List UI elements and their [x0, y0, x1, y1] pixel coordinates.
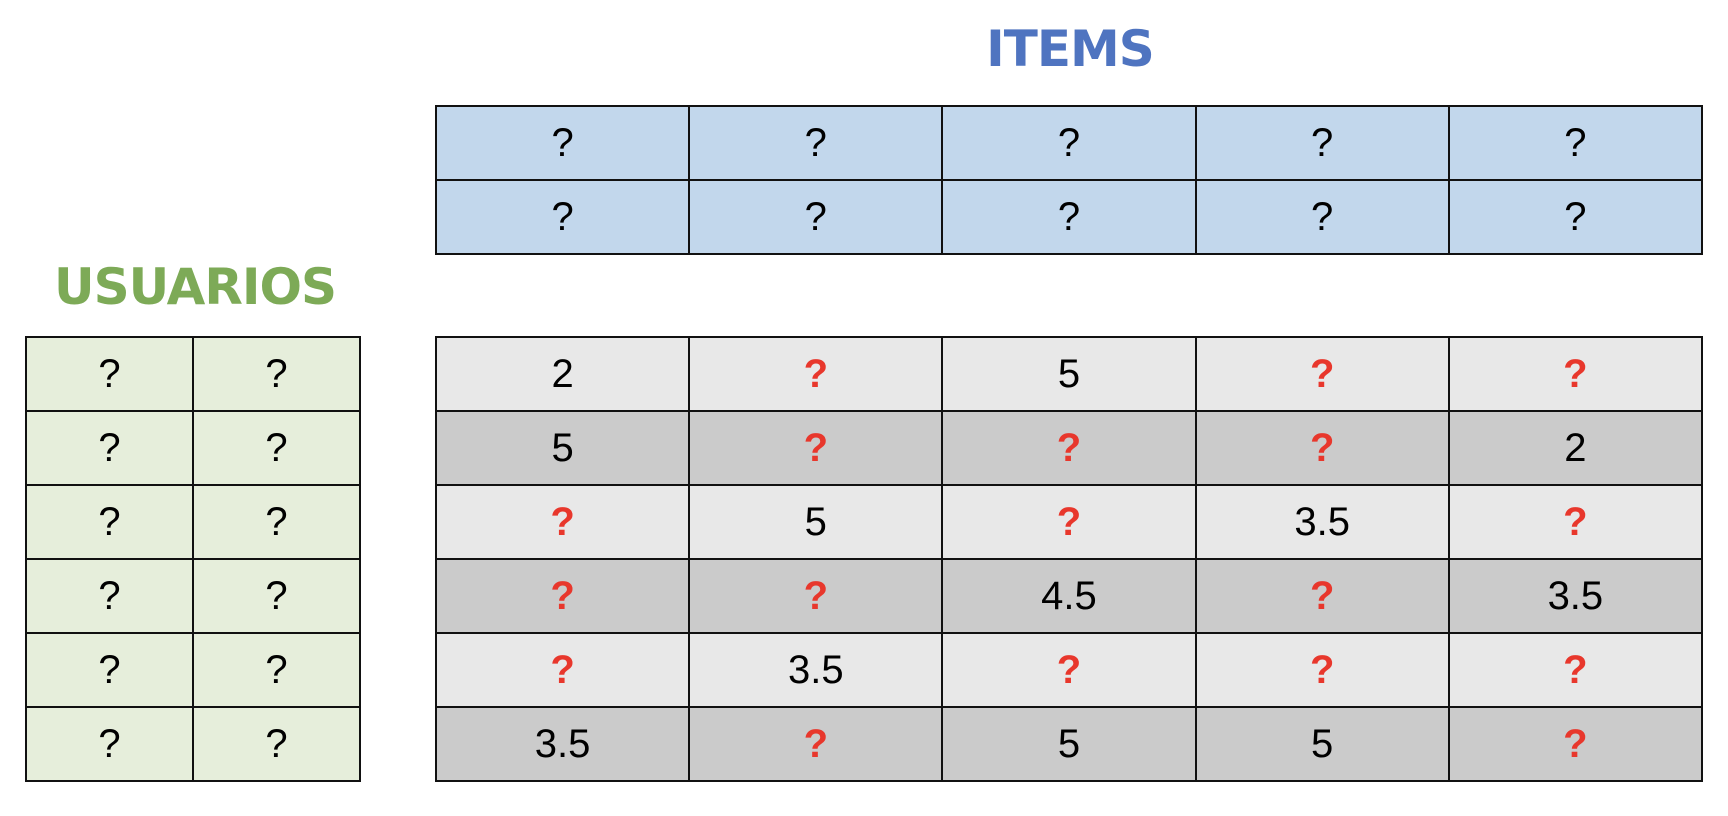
missing-rating-cell: ? — [1447, 632, 1704, 708]
missing-rating-cell: ? — [941, 410, 1197, 486]
matrix-row: 5??? 2 — [434, 410, 1704, 486]
matrix-cell: 3.5 — [688, 632, 944, 708]
matrix-cell: ? — [25, 558, 194, 634]
matrix-row: ?? 4.5? 3.5 — [434, 558, 1704, 634]
missing-rating-cell: ? — [434, 484, 691, 560]
missing-rating-cell: ? — [1447, 336, 1704, 412]
items-title: ITEMS — [986, 20, 1155, 78]
matrix-cell: 2 — [434, 336, 691, 412]
matrix-row: ? 5? 3.5? — [434, 484, 1704, 560]
matrix-cell: ? — [192, 558, 361, 634]
matrix-cell: ? — [1447, 105, 1704, 181]
missing-rating-cell: ? — [941, 632, 1197, 708]
missing-rating-cell: ? — [1194, 336, 1450, 412]
matrix-cell: ? — [192, 706, 361, 782]
matrix-cell: ? — [941, 105, 1197, 181]
matrix-row: ? 3.5??? — [434, 632, 1704, 708]
matrix-cell: 2 — [1447, 410, 1704, 486]
matrix-cell: 5 — [941, 706, 1197, 782]
matrix-cell: ? — [1194, 105, 1450, 181]
users-matrix: ???????????? — [25, 336, 361, 782]
missing-rating-cell: ? — [688, 410, 944, 486]
missing-rating-cell: ? — [1194, 558, 1450, 634]
matrix-cell: 5 — [1194, 706, 1450, 782]
matrix-row: 3.5? 5 5? — [434, 706, 1704, 782]
missing-rating-cell: ? — [1194, 632, 1450, 708]
matrix-cell: 5 — [688, 484, 944, 560]
matrix-cell: 5 — [941, 336, 1197, 412]
matrix-cell: 4.5 — [941, 558, 1197, 634]
matrix-row: ?? — [25, 336, 361, 412]
missing-rating-cell: ? — [941, 484, 1197, 560]
missing-rating-cell: ? — [1447, 706, 1704, 782]
matrix-cell: ? — [192, 632, 361, 708]
matrix-cell: ? — [192, 336, 361, 412]
matrix-cell: 3.5 — [1447, 558, 1704, 634]
missing-rating-cell: ? — [1447, 484, 1704, 560]
matrix-row: 2? 5?? — [434, 336, 1704, 412]
matrix-cell: ? — [688, 179, 944, 255]
matrix-row: ????? — [434, 105, 1704, 181]
matrix-cell: ? — [192, 410, 361, 486]
matrix-cell: ? — [25, 706, 194, 782]
matrix-cell: ? — [25, 484, 194, 560]
items-matrix: ?????????? — [434, 105, 1704, 255]
matrix-row: ?? — [25, 410, 361, 486]
matrix-cell: ? — [434, 105, 691, 181]
matrix-cell: ? — [941, 179, 1197, 255]
matrix-cell: ? — [25, 410, 194, 486]
matrix-row: ?? — [25, 706, 361, 782]
missing-rating-cell: ? — [1194, 410, 1450, 486]
ratings-matrix: 2? 5?? 5??? 2? 5? 3.5??? 4.5? 3.5? 3.5??? 3.5? 5 5? — [434, 336, 1704, 782]
missing-rating-cell: ? — [434, 558, 691, 634]
matrix-cell: ? — [192, 484, 361, 560]
missing-rating-cell: ? — [688, 558, 944, 634]
matrix-cell: ? — [434, 179, 691, 255]
matrix-cell: ? — [25, 632, 194, 708]
matrix-cell: 5 — [434, 410, 691, 486]
matrix-cell: ? — [688, 105, 944, 181]
matrix-cell: 3.5 — [434, 706, 691, 782]
matrix-row: ?? — [25, 558, 361, 634]
matrix-row: ?? — [25, 484, 361, 560]
missing-rating-cell: ? — [688, 336, 944, 412]
missing-rating-cell: ? — [434, 632, 691, 708]
matrix-cell: ? — [25, 336, 194, 412]
matrix-row: ????? — [434, 179, 1704, 255]
matrix-cell: 3.5 — [1194, 484, 1450, 560]
matrix-row: ?? — [25, 632, 361, 708]
matrix-cell: ? — [1447, 179, 1704, 255]
matrix-cell: ? — [1194, 179, 1450, 255]
missing-rating-cell: ? — [688, 706, 944, 782]
users-title: USUARIOS — [54, 258, 337, 316]
